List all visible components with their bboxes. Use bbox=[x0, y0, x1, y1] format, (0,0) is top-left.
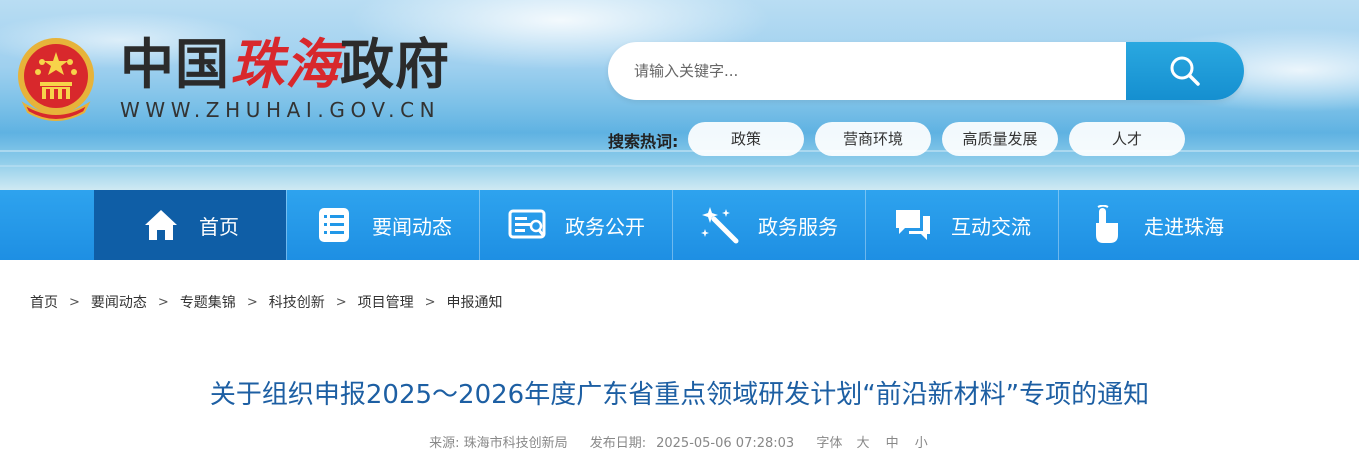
hot-tag-talent[interactable]: 人才 bbox=[1069, 122, 1185, 156]
nav-label: 互动交流 bbox=[951, 214, 1031, 239]
main-nav: 首页 要闻动态 政务公开 政务服务 互动交流 走进珠海 bbox=[0, 190, 1359, 260]
search-input[interactable] bbox=[608, 42, 1126, 100]
font-size-label: 字体 bbox=[816, 436, 843, 451]
nav-label: 走进珠海 bbox=[1144, 214, 1224, 239]
article-title: 关于组织申报2025～2026年度广东省重点领域研发计划“前沿新材料”专项的通知 bbox=[209, 380, 1150, 410]
font-size-small-button[interactable]: 小 bbox=[915, 436, 928, 451]
magic-wand-icon bbox=[700, 205, 740, 245]
breadcrumb-item-tech-innovation[interactable]: 科技创新 bbox=[269, 292, 325, 312]
sea-decoration bbox=[0, 165, 1359, 167]
breadcrumb-item-application-notice[interactable]: 申报通知 bbox=[447, 292, 503, 312]
site-title[interactable]: 中国珠海政府 bbox=[120, 32, 450, 96]
site-title-country: 中国 bbox=[120, 33, 230, 96]
nav-item-explore-zhuhai[interactable]: 走进珠海 bbox=[1059, 190, 1251, 260]
chat-icon bbox=[893, 205, 933, 245]
nav-label: 政务公开 bbox=[565, 214, 645, 239]
source-label: 来源: bbox=[429, 436, 460, 451]
search-icon bbox=[1170, 56, 1200, 86]
national-emblem-icon bbox=[18, 38, 94, 121]
breadcrumb-item-home[interactable]: 首页 bbox=[30, 292, 58, 312]
site-domain: WWW.ZHUHAI.GOV.CN bbox=[120, 98, 441, 122]
breadcrumb-item-project-management[interactable]: 项目管理 bbox=[358, 292, 414, 312]
font-size-large-button[interactable]: 大 bbox=[856, 436, 869, 451]
date-value: 2025-05-06 07:28:03 bbox=[656, 436, 795, 451]
hot-tag-policy[interactable]: 政策 bbox=[688, 122, 804, 156]
search-button[interactable] bbox=[1126, 42, 1244, 100]
search-box bbox=[608, 42, 1244, 100]
nav-label: 首页 bbox=[199, 214, 239, 239]
breadcrumb-item-special-topics[interactable]: 专题集锦 bbox=[180, 292, 236, 312]
nav-item-government-affairs-disclosure[interactable]: 政务公开 bbox=[480, 190, 672, 260]
hot-tag-business-environment[interactable]: 营商环境 bbox=[815, 122, 931, 156]
font-size-medium-button[interactable]: 中 bbox=[886, 436, 899, 451]
nav-item-government-services[interactable]: 政务服务 bbox=[673, 190, 865, 260]
breadcrumb-item-news[interactable]: 要闻动态 bbox=[91, 292, 147, 312]
breadcrumb: 首页 > 要闻动态 > 专题集锦 > 科技创新 > 项目管理 > 申报通知 bbox=[30, 291, 503, 313]
date-label: 发布日期: bbox=[589, 436, 647, 451]
hot-tag-high-quality-development[interactable]: 高质量发展 bbox=[942, 122, 1058, 156]
news-list-icon bbox=[314, 205, 354, 245]
site-title-city: 珠海 bbox=[230, 32, 340, 96]
source-value: 珠海市科技创新局 bbox=[463, 436, 568, 451]
breadcrumb-separator: > bbox=[424, 294, 436, 310]
document-icon bbox=[507, 205, 547, 245]
hand-pointer-icon bbox=[1086, 205, 1126, 245]
site-header: 中国珠海政府 WWW.ZHUHAI.GOV.CN 搜索热词: 政策 营商环境 高… bbox=[0, 0, 1359, 190]
hot-search-label: 搜索热词: bbox=[608, 132, 679, 151]
nav-item-home[interactable]: 首页 bbox=[94, 190, 286, 260]
nav-label: 政务服务 bbox=[758, 214, 838, 239]
article-meta: 来源: 珠海市科技创新局 发布日期: 2025-05-06 07:28:03 字体 … bbox=[0, 432, 1359, 451]
site-title-government: 政府 bbox=[340, 33, 450, 96]
nav-item-news[interactable]: 要闻动态 bbox=[287, 190, 479, 260]
nav-label: 要闻动态 bbox=[372, 214, 452, 239]
breadcrumb-separator: > bbox=[246, 294, 258, 310]
breadcrumb-separator: > bbox=[335, 294, 347, 310]
home-icon bbox=[141, 205, 181, 245]
breadcrumb-separator: > bbox=[69, 294, 80, 310]
nav-item-interaction[interactable]: 互动交流 bbox=[866, 190, 1058, 260]
breadcrumb-separator: > bbox=[157, 294, 169, 310]
